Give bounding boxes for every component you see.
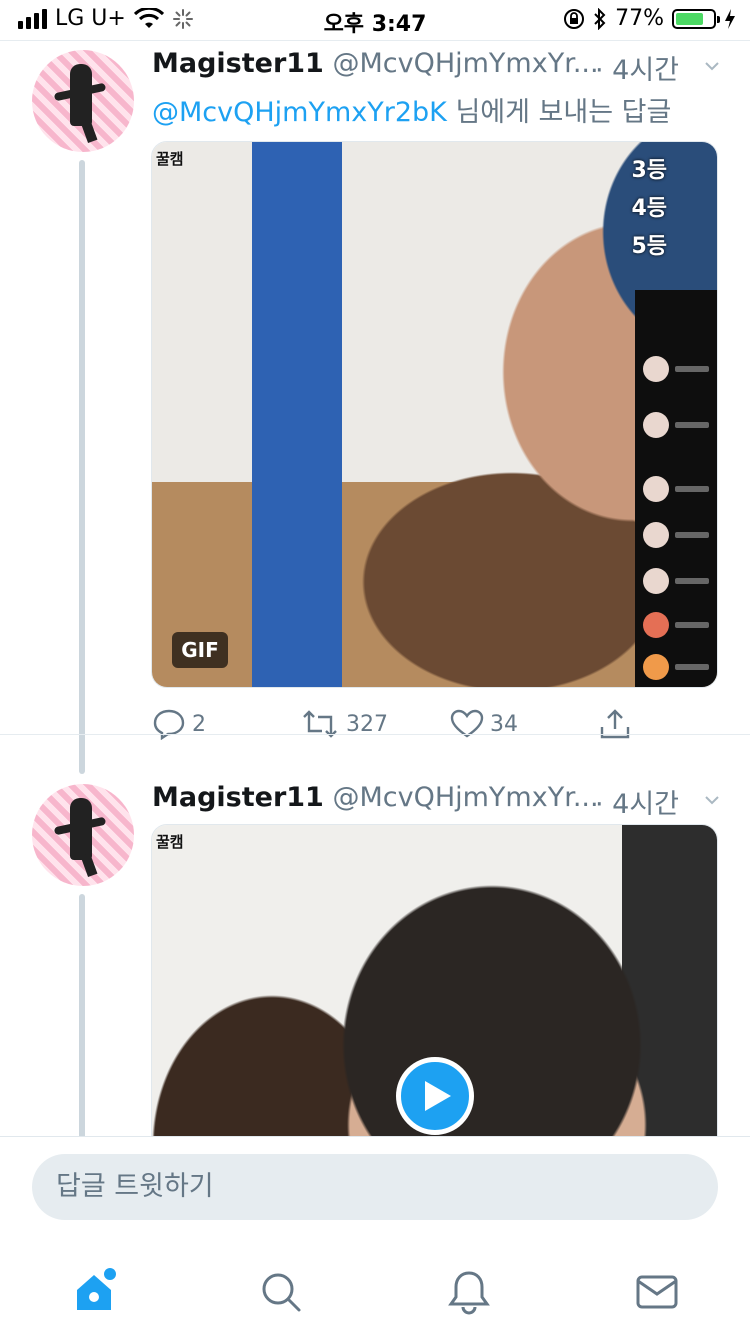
chevron-down-icon[interactable] — [704, 58, 720, 74]
tab-home[interactable] — [64, 1262, 124, 1322]
status-bar: LG U+ 오후 3:47 77% — [0, 0, 750, 40]
display-name[interactable]: Magister11 — [152, 48, 324, 79]
tweet-1[interactable]: Magister11 @McvQHjmYmxYr... · 4시간 @McvQH… — [0, 42, 750, 774]
gif-badge: GIF — [172, 632, 228, 668]
thread-line — [79, 894, 85, 1136]
status-right: 77% — [563, 6, 736, 31]
reply-mention-link[interactable]: @McvQHjmYmxYr2bK — [152, 97, 447, 128]
display-name[interactable]: Magister11 — [152, 782, 324, 813]
media-watermark: 꿀캠 — [156, 150, 184, 168]
tweet-divider — [0, 734, 750, 735]
play-button[interactable] — [396, 1057, 474, 1135]
stream-chat-overlay — [635, 290, 717, 687]
battery-level — [676, 12, 703, 25]
tab-messages[interactable] — [627, 1262, 687, 1322]
tab-notifications[interactable] — [439, 1262, 499, 1322]
retweet-count: 327 — [346, 711, 388, 737]
tweet-media-gif[interactable]: 3등 4등 5등 꿀캠 GIF — [151, 141, 718, 688]
retweet-button[interactable]: 327 — [300, 704, 388, 744]
thread-line — [79, 160, 85, 774]
overlay-rank-3: 3등 — [631, 158, 667, 183]
reply-count: 2 — [192, 711, 206, 737]
charging-icon — [725, 8, 735, 29]
avatar[interactable] — [32, 784, 134, 886]
orientation-lock-icon — [564, 8, 585, 29]
notifications-icon — [448, 1271, 490, 1315]
media-image — [152, 142, 717, 687]
battery-icon — [672, 8, 720, 29]
tweet-time: · 4시간 — [595, 789, 680, 820]
tweet-actions: 2 327 34 — [152, 704, 652, 744]
status-divider — [0, 40, 750, 41]
reply-button[interactable]: 2 — [152, 704, 206, 744]
tab-bar — [0, 1246, 750, 1334]
user-handle: @McvQHjmYmxYr... — [332, 782, 599, 813]
new-content-dot — [104, 1268, 116, 1280]
reply-context: @McvQHjmYmxYr2bK 님에게 보내는 답글 — [152, 90, 671, 129]
chevron-down-icon[interactable] — [704, 792, 720, 808]
overlay-rank-5: 5등 — [631, 234, 667, 259]
play-icon — [425, 1081, 451, 1111]
tweet-2[interactable]: Magister11 @McvQHjmYmxYr... · 4시간 꿀캠 — [0, 776, 750, 1136]
tab-search[interactable] — [251, 1262, 311, 1322]
search-icon — [262, 1273, 301, 1312]
battery-percent: 77% — [615, 6, 664, 31]
tweet-time: · 4시간 — [595, 55, 680, 86]
reply-suffix: 님에게 보내는 답글 — [446, 97, 672, 128]
like-button[interactable]: 34 — [450, 704, 518, 744]
reply-bar: 답글 트윗하기 — [0, 1136, 750, 1247]
share-icon — [600, 709, 630, 739]
user-handle: @McvQHjmYmxYr... — [332, 48, 599, 79]
reply-tweet-input[interactable]: 답글 트윗하기 — [32, 1154, 718, 1220]
messages-icon — [636, 1275, 678, 1309]
avatar[interactable] — [32, 50, 134, 152]
bluetooth-icon — [594, 7, 606, 30]
tweet-header: Magister11 @McvQHjmYmxYr... · 4시간 — [152, 782, 720, 822]
like-count: 34 — [490, 711, 518, 737]
share-button[interactable] — [598, 704, 632, 744]
media-watermark: 꿀캠 — [156, 833, 184, 851]
overlay-rank-4: 4등 — [631, 196, 667, 221]
reply-icon — [153, 709, 185, 740]
tweet-header: Magister11 @McvQHjmYmxYr... · 4시간 — [152, 48, 720, 88]
tweet-media-video[interactable]: 꿀캠 — [151, 824, 718, 1136]
